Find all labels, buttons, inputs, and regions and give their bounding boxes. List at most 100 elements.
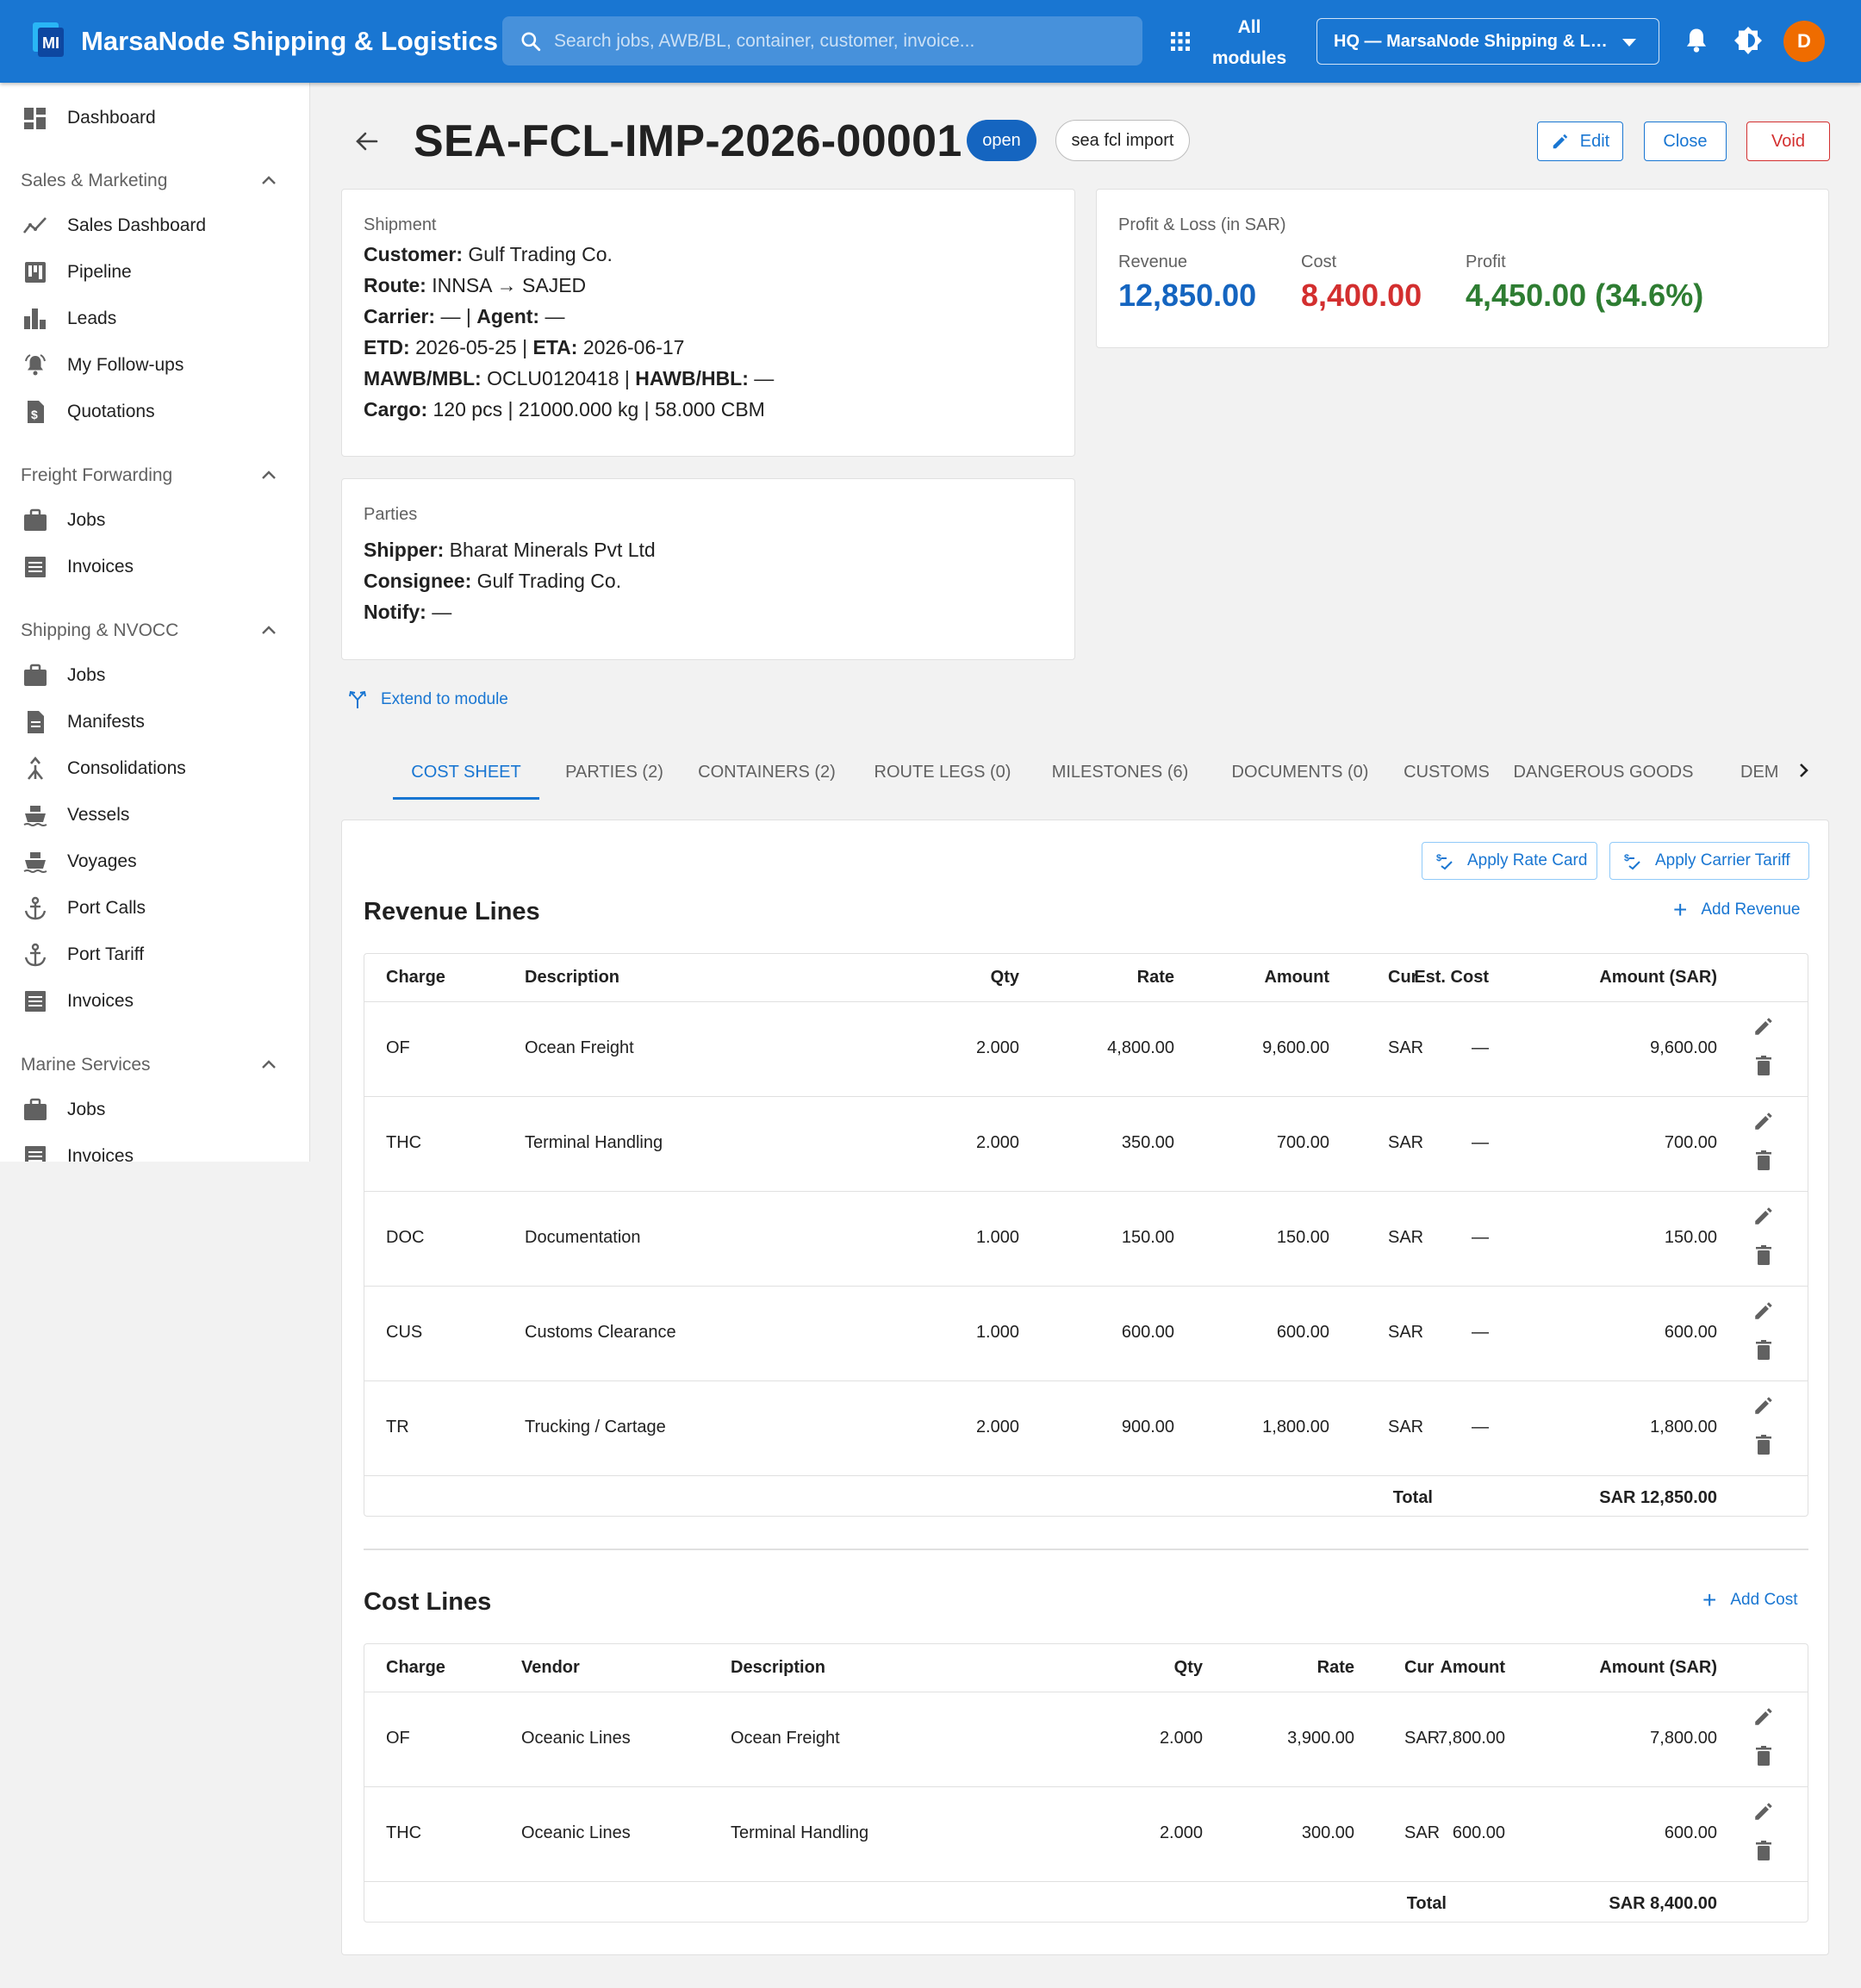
currency-cell: SAR bbox=[1388, 1038, 1424, 1057]
column-header: Charge bbox=[386, 968, 445, 987]
notifications-bell-icon[interactable] bbox=[1684, 27, 1709, 54]
shipment-carrier-agent: Carrier: — | Agent: — bbox=[364, 305, 565, 327]
edit-pencil-icon[interactable] bbox=[1752, 1705, 1775, 1728]
amount-sar-cell: 600.00 bbox=[1664, 1323, 1717, 1342]
apply-rate-card-button[interactable]: $ Apply Rate Card bbox=[1422, 842, 1597, 880]
tab-parties[interactable]: PARTIES (2) bbox=[546, 746, 682, 800]
briefcase-icon bbox=[24, 1098, 47, 1120]
sidebar-item-port-calls[interactable]: Port Calls bbox=[0, 887, 309, 930]
qty-cell: 2.000 bbox=[1159, 1823, 1203, 1842]
tab-dangerous-goods[interactable]: DANGEROUS GOODS bbox=[1513, 746, 1694, 800]
sidebar-item-consolidations[interactable]: Consolidations bbox=[0, 747, 309, 790]
delete-trash-icon[interactable] bbox=[1753, 1339, 1774, 1362]
description-cell: Terminal Handling bbox=[731, 1823, 869, 1842]
search-input[interactable] bbox=[554, 30, 1123, 52]
sidebar-item-label: Jobs bbox=[67, 665, 106, 685]
sidebar-section-sales-marketing[interactable]: Sales & Marketing bbox=[21, 164, 296, 198]
rate-cell: 150.00 bbox=[1121, 1228, 1174, 1247]
delete-trash-icon[interactable] bbox=[1753, 1745, 1774, 1767]
column-header: Cur bbox=[1388, 968, 1418, 987]
sidebar-item-my-follow-ups[interactable]: My Follow-ups bbox=[0, 344, 309, 387]
sidebar-section-shipping-nvocc[interactable]: Shipping & NVOCC bbox=[21, 614, 296, 648]
sidebar-item-voyages[interactable]: Voyages bbox=[0, 840, 309, 883]
sidebar-item-sales-dashboard[interactable]: Sales Dashboard bbox=[0, 204, 309, 247]
sidebar-item-quotations[interactable]: $ Quotations bbox=[0, 390, 309, 433]
plus-icon: + bbox=[1673, 896, 1688, 923]
sidebar-item-pipeline[interactable]: Pipeline bbox=[0, 251, 309, 294]
extend-to-module-link[interactable]: Extend to module bbox=[348, 690, 508, 709]
sidebar-item-label: Jobs bbox=[67, 510, 106, 530]
tab-milestones[interactable]: MILESTONES (6) bbox=[1043, 746, 1198, 800]
amount-sar-cell: 1,800.00 bbox=[1650, 1418, 1717, 1436]
description-cell: Documentation bbox=[525, 1228, 641, 1247]
edit-button-label: Edit bbox=[1579, 131, 1610, 151]
charge-cell: CUS bbox=[386, 1323, 423, 1342]
sidebar-section-freight-forwarding[interactable]: Freight Forwarding bbox=[21, 458, 296, 493]
vendor-cell: Oceanic Lines bbox=[521, 1729, 631, 1748]
back-arrow-icon[interactable] bbox=[353, 128, 381, 155]
user-avatar[interactable]: D bbox=[1783, 21, 1825, 62]
tab-dem[interactable]: DEM bbox=[1740, 746, 1783, 800]
global-search[interactable] bbox=[502, 16, 1142, 65]
shipment-customer: Customer: Gulf Trading Co. bbox=[364, 243, 613, 265]
delete-trash-icon[interactable] bbox=[1753, 1244, 1774, 1267]
sidebar-item-shipping-jobs[interactable]: Jobs bbox=[0, 654, 309, 697]
description-cell: Customs Clearance bbox=[525, 1323, 676, 1342]
table-total-row: Total SAR 12,850.00 bbox=[364, 1476, 1808, 1517]
pipeline-board-icon bbox=[25, 262, 46, 283]
delete-trash-icon[interactable] bbox=[1753, 1055, 1774, 1077]
tab-containers[interactable]: CONTAINERS (2) bbox=[689, 746, 844, 800]
sidebar-item-dashboard[interactable]: Dashboard bbox=[0, 97, 309, 140]
edit-pencil-icon[interactable] bbox=[1752, 1015, 1775, 1038]
edit-pencil-icon[interactable] bbox=[1752, 1800, 1775, 1823]
sidebar-item-marine-jobs[interactable]: Jobs bbox=[0, 1088, 309, 1131]
edit-pencil-icon[interactable] bbox=[1752, 1110, 1775, 1132]
currency-cell: SAR bbox=[1388, 1323, 1424, 1342]
briefcase-icon bbox=[24, 664, 47, 686]
sidebar-item-label: Port Tariff bbox=[67, 944, 145, 964]
sidebar-item-port-tariff[interactable]: Port Tariff bbox=[0, 933, 309, 976]
close-button[interactable]: Close bbox=[1644, 122, 1727, 161]
theme-toggle-icon[interactable] bbox=[1733, 26, 1763, 55]
sidebar-item-marine-invoices[interactable]: Invoices bbox=[0, 1135, 309, 1162]
void-button[interactable]: Void bbox=[1746, 122, 1830, 161]
sidebar-item-label: Leads bbox=[67, 308, 117, 328]
sidebar-item-label: Pipeline bbox=[67, 262, 132, 282]
revenue-value: 12,850.00 bbox=[1118, 277, 1257, 313]
job-type-badge: sea fcl import bbox=[1055, 120, 1190, 161]
edit-pencil-icon[interactable] bbox=[1752, 1394, 1775, 1417]
app-title[interactable]: MarsaNode Shipping & Logistics bbox=[81, 26, 498, 57]
currency-cell: SAR bbox=[1404, 1823, 1441, 1842]
delete-trash-icon[interactable] bbox=[1753, 1434, 1774, 1456]
edit-pencil-icon[interactable] bbox=[1752, 1299, 1775, 1322]
sidebar-item-leads[interactable]: Leads bbox=[0, 297, 309, 340]
edit-pencil-icon[interactable] bbox=[1752, 1205, 1775, 1227]
table-total-row: Total SAR 8,400.00 bbox=[364, 1882, 1808, 1923]
apps-grid-icon[interactable] bbox=[1167, 28, 1193, 54]
sidebar-item-vessels[interactable]: Vessels bbox=[0, 794, 309, 837]
sidebar-section-marine-services[interactable]: Marine Services bbox=[21, 1048, 296, 1082]
currency-cell: SAR bbox=[1388, 1418, 1424, 1436]
edit-button[interactable]: Edit bbox=[1537, 122, 1623, 161]
sidebar-item-manifests[interactable]: Manifests bbox=[0, 701, 309, 744]
chevron-right-icon[interactable] bbox=[1792, 758, 1816, 782]
all-modules-button[interactable]: All modules bbox=[1204, 12, 1294, 74]
organization-select[interactable]: HQ — MarsaNode Shipping & Logistics bbox=[1316, 18, 1659, 65]
table-row: CUS Customs Clearance 1.000 600.00 600.0… bbox=[364, 1287, 1808, 1381]
delete-trash-icon[interactable] bbox=[1753, 1150, 1774, 1172]
profit-loss-title: Profit & Loss (in SAR) bbox=[1118, 215, 1286, 234]
tab-cost-sheet[interactable]: COST SHEET bbox=[393, 746, 539, 800]
delete-trash-icon[interactable] bbox=[1753, 1840, 1774, 1862]
table-row: OF Oceanic Lines Ocean Freight 2.000 3,9… bbox=[364, 1692, 1808, 1787]
tab-route-legs[interactable]: ROUTE LEGS (0) bbox=[863, 746, 1022, 800]
sidebar-item-ff-jobs[interactable]: Jobs bbox=[0, 499, 309, 542]
sidebar-item-ff-invoices[interactable]: Invoices bbox=[0, 545, 309, 589]
amount-cell: 150.00 bbox=[1276, 1228, 1329, 1247]
sidebar-item-shipping-invoices[interactable]: Invoices bbox=[0, 980, 309, 1023]
add-revenue-button[interactable]: + Add Revenue bbox=[1673, 896, 1801, 923]
tab-documents[interactable]: DOCUMENTS (0) bbox=[1218, 746, 1382, 800]
apply-carrier-tariff-button[interactable]: $ Apply Carrier Tariff bbox=[1609, 842, 1809, 880]
tab-customs[interactable]: CUSTOMS bbox=[1399, 746, 1494, 800]
column-header: Qty bbox=[990, 968, 1019, 987]
add-cost-button[interactable]: + Add Cost bbox=[1702, 1588, 1798, 1612]
